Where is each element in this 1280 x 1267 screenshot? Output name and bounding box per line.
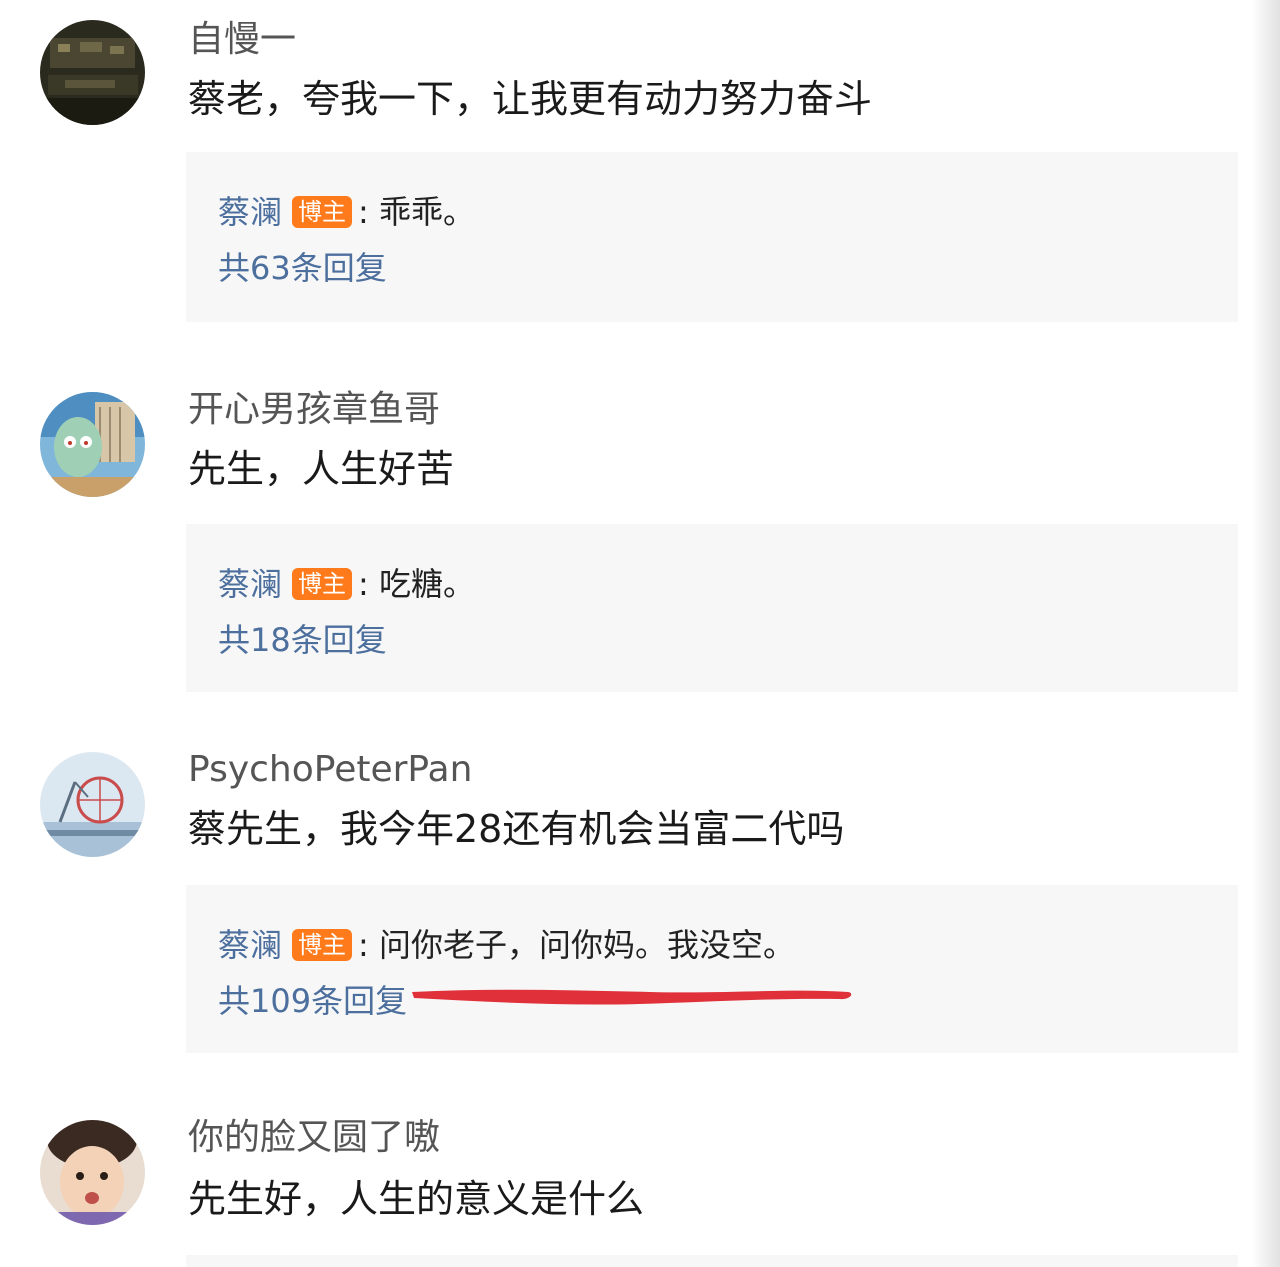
reply-box[interactable] xyxy=(186,1255,1238,1267)
comment-content: 先生好，人生的意义是什么 xyxy=(188,1177,645,1221)
comment-item: 你的脸又圆了嗷 先生好，人生的意义是什么 xyxy=(0,0,1240,1267)
screen-edge-shadow xyxy=(1252,0,1280,1267)
comment-username[interactable]: 你的脸又圆了嗷 xyxy=(188,1120,440,1156)
avatar-child-photo xyxy=(40,1120,145,1225)
avatar[interactable] xyxy=(40,1120,145,1225)
